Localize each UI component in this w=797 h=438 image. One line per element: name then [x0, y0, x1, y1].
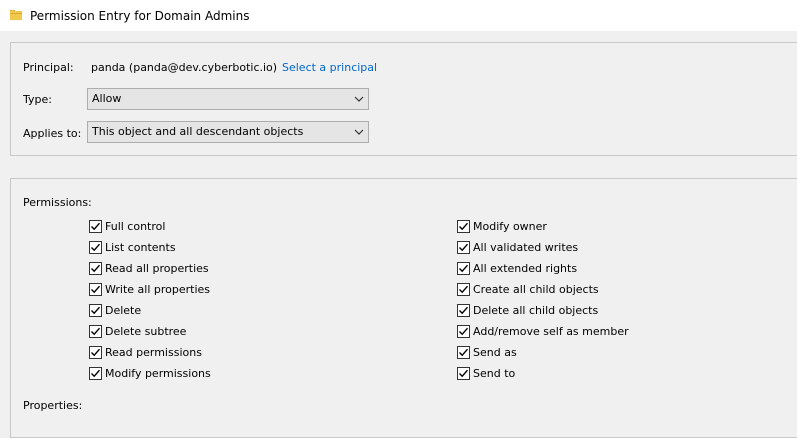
- checkbox[interactable]: [89, 240, 102, 254]
- principal-group: Principal: panda (panda@dev.cyberbotic.i…: [10, 42, 797, 156]
- permission-row[interactable]: Delete: [89, 301, 141, 319]
- checkmark-icon: [459, 285, 469, 293]
- permission-row[interactable]: Delete all child objects: [457, 301, 598, 319]
- permission-label: All validated writes: [473, 240, 579, 254]
- permission-label: Modify permissions: [105, 366, 211, 380]
- select-principal-link[interactable]: Select a principal: [282, 61, 377, 74]
- applies-to-select-value: This object and all descendant objects: [92, 125, 304, 138]
- permission-label: Full control: [105, 219, 166, 233]
- checkmark-icon: [459, 348, 469, 356]
- checkmark-icon: [91, 348, 101, 356]
- checkbox[interactable]: [89, 366, 102, 380]
- permission-label: Modify owner: [473, 219, 547, 233]
- principal-label: Principal:: [23, 61, 74, 74]
- applies-to-label: Applies to:: [23, 127, 82, 140]
- principal-value: panda (panda@dev.cyberbotic.io): [91, 61, 278, 74]
- permission-row[interactable]: Modify permissions: [89, 364, 211, 382]
- checkmark-icon: [91, 306, 101, 314]
- checkbox[interactable]: [89, 345, 102, 359]
- permission-row[interactable]: Read permissions: [89, 343, 202, 361]
- permissions-group: Permissions: Full control List contents Re…: [10, 178, 797, 438]
- checkmark-icon: [91, 264, 101, 272]
- checkbox[interactable]: [89, 324, 102, 338]
- checkbox[interactable]: [457, 240, 470, 254]
- permission-label: Read all properties: [105, 261, 209, 275]
- permission-row[interactable]: All extended rights: [457, 259, 577, 277]
- type-select-value: Allow: [92, 92, 122, 105]
- checkbox[interactable]: [457, 219, 470, 233]
- checkmark-icon: [91, 243, 101, 251]
- checkmark-icon: [91, 327, 101, 335]
- permission-label: Read permissions: [105, 345, 202, 359]
- permission-label: Send to: [473, 366, 516, 380]
- applies-to-select[interactable]: This object and all descendant objects: [87, 121, 369, 143]
- permission-label: Add/remove self as member: [473, 324, 629, 338]
- checkmark-icon: [459, 264, 469, 272]
- checkbox[interactable]: [457, 366, 470, 380]
- type-label: Type:: [23, 93, 52, 106]
- checkmark-icon: [459, 306, 469, 314]
- checkmark-icon: [459, 369, 469, 377]
- checkbox[interactable]: [89, 261, 102, 275]
- checkbox[interactable]: [89, 303, 102, 317]
- checkbox[interactable]: [89, 219, 102, 233]
- permission-row[interactable]: Create all child objects: [457, 280, 599, 298]
- properties-heading: Properties:: [23, 399, 83, 412]
- folder-icon: [10, 10, 22, 20]
- permission-row[interactable]: All validated writes: [457, 238, 578, 256]
- permission-label: Create all child objects: [473, 282, 599, 296]
- checkmark-icon: [91, 285, 101, 293]
- permission-label: List contents: [105, 240, 176, 254]
- checkmark-icon: [459, 327, 469, 335]
- permission-label: Write all properties: [105, 282, 211, 296]
- permissions-heading: Permissions:: [23, 196, 92, 209]
- checkbox[interactable]: [457, 345, 470, 359]
- checkmark-icon: [459, 243, 469, 251]
- permission-row[interactable]: Send as: [457, 343, 517, 361]
- checkbox[interactable]: [457, 303, 470, 317]
- checkbox[interactable]: [457, 261, 470, 275]
- title-bar: Permission Entry for Domain Admins: [0, 0, 797, 31]
- permission-label: All extended rights: [473, 261, 578, 275]
- checkmark-icon: [91, 369, 101, 377]
- permission-label: Delete: [105, 303, 142, 317]
- permission-label: Delete all child objects: [473, 303, 599, 317]
- chevron-down-icon: [354, 96, 364, 102]
- permission-label: Delete subtree: [105, 324, 187, 338]
- permission-row[interactable]: Modify owner: [457, 217, 547, 235]
- permission-row[interactable]: Read all properties: [89, 259, 209, 277]
- checkbox[interactable]: [89, 282, 102, 296]
- checkmark-icon: [459, 222, 469, 230]
- permission-row[interactable]: Full control: [89, 217, 165, 235]
- checkbox[interactable]: [457, 324, 470, 338]
- chevron-down-icon: [354, 129, 364, 135]
- type-select[interactable]: Allow: [87, 88, 369, 110]
- permission-row[interactable]: Write all properties: [89, 280, 210, 298]
- permission-row[interactable]: Send to: [457, 364, 515, 382]
- permission-row[interactable]: Delete subtree: [89, 322, 186, 340]
- window-title: Permission Entry for Domain Admins: [30, 9, 250, 23]
- permission-label: Send as: [473, 345, 517, 359]
- checkbox[interactable]: [457, 282, 470, 296]
- permission-row[interactable]: Add/remove self as member: [457, 322, 629, 340]
- checkmark-icon: [91, 222, 101, 230]
- permission-row[interactable]: List contents: [89, 238, 176, 256]
